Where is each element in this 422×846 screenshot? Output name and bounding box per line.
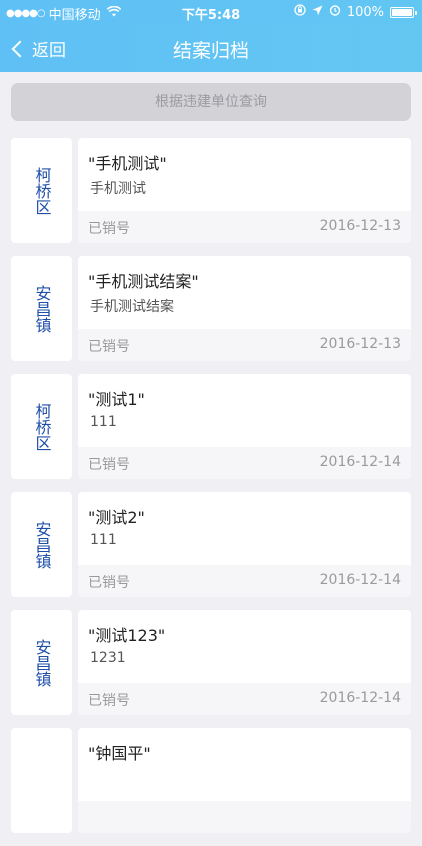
item-date: 2016-12-13	[319, 336, 401, 352]
item-content: "测试123" 1231 已销号 2016-12-14	[78, 610, 411, 715]
item-status: 已销号	[88, 457, 130, 473]
item-content: "测试2" 111 已销号 2016-12-14	[78, 492, 411, 597]
nav-bar: 返回 结案归档	[0, 24, 422, 72]
item-status: 已销号	[88, 575, 130, 591]
item-status: 已销号	[88, 221, 130, 237]
item-subtitle: 111	[90, 532, 117, 548]
item-footer: 已销号 2016-12-14	[78, 447, 411, 479]
orientation-lock-icon	[294, 4, 306, 20]
item-content: "手机测试结案" 手机测试结案 已销号 2016-12-13	[78, 256, 411, 361]
item-footer: 已销号 2016-12-13	[78, 329, 411, 361]
battery-icon	[390, 6, 417, 18]
item-date: 2016-12-14	[319, 454, 401, 470]
region-label: 柯桥区	[11, 374, 72, 479]
region-label	[11, 728, 72, 833]
status-right: 100%	[294, 4, 417, 20]
item-footer: 已销号 2016-12-14	[78, 683, 411, 715]
battery-percent: 100%	[346, 4, 384, 20]
page-title: 结案归档	[172, 40, 249, 62]
search-container: 根据违建单位查询	[11, 83, 411, 121]
item-date: 2016-12-14	[319, 572, 401, 588]
item-subtitle: 手机测试结案	[90, 299, 174, 315]
list-item[interactable]: "钟国平"	[11, 728, 411, 833]
region-label: 安昌镇	[11, 610, 72, 715]
region-label: 安昌镇	[11, 256, 72, 361]
alarm-icon	[329, 4, 341, 20]
item-content: "钟国平"	[78, 728, 411, 833]
list-item[interactable]: 安昌镇 "测试2" 111 已销号 2016-12-14	[11, 492, 411, 597]
item-subtitle: 手机测试	[90, 181, 146, 197]
list-item[interactable]: 柯桥区 "测试1" 111 已销号 2016-12-14	[11, 374, 411, 479]
item-footer: 已销号 2016-12-13	[78, 211, 411, 243]
item-date: 2016-12-13	[319, 218, 401, 234]
list-item[interactable]: 柯桥区 "手机测试" 手机测试 已销号 2016-12-13	[11, 138, 411, 243]
item-content: "测试1" 111 已销号 2016-12-14	[78, 374, 411, 479]
status-bar: ●●●●○ 中国移动 下午5:48 100%	[0, 0, 422, 24]
item-content: "手机测试" 手机测试 已销号 2016-12-13	[78, 138, 411, 243]
list-item[interactable]: 安昌镇 "手机测试结案" 手机测试结案 已销号 2016-12-13	[11, 256, 411, 361]
item-title: "手机测试"	[88, 154, 167, 173]
item-title: "测试2"	[88, 508, 145, 527]
item-title: "手机测试结案"	[88, 272, 199, 291]
item-title: "测试1"	[88, 390, 145, 409]
item-title: "钟国平"	[88, 744, 151, 763]
item-status: 已销号	[88, 693, 130, 709]
item-title: "测试123"	[88, 626, 166, 645]
case-list: 柯桥区 "手机测试" 手机测试 已销号 2016-12-13 安昌镇 "手机测试…	[11, 138, 411, 846]
item-footer	[78, 801, 411, 833]
location-icon	[312, 5, 323, 20]
item-footer: 已销号 2016-12-14	[78, 565, 411, 597]
item-date: 2016-12-14	[319, 690, 401, 706]
item-status: 已销号	[88, 339, 130, 355]
item-subtitle: 1231	[90, 650, 126, 666]
region-label: 柯桥区	[11, 138, 72, 243]
list-item[interactable]: 安昌镇 "测试123" 1231 已销号 2016-12-14	[11, 610, 411, 715]
region-label: 安昌镇	[11, 492, 72, 597]
search-by-unit-button[interactable]: 根据违建单位查询	[11, 83, 411, 121]
item-subtitle: 111	[90, 414, 117, 430]
